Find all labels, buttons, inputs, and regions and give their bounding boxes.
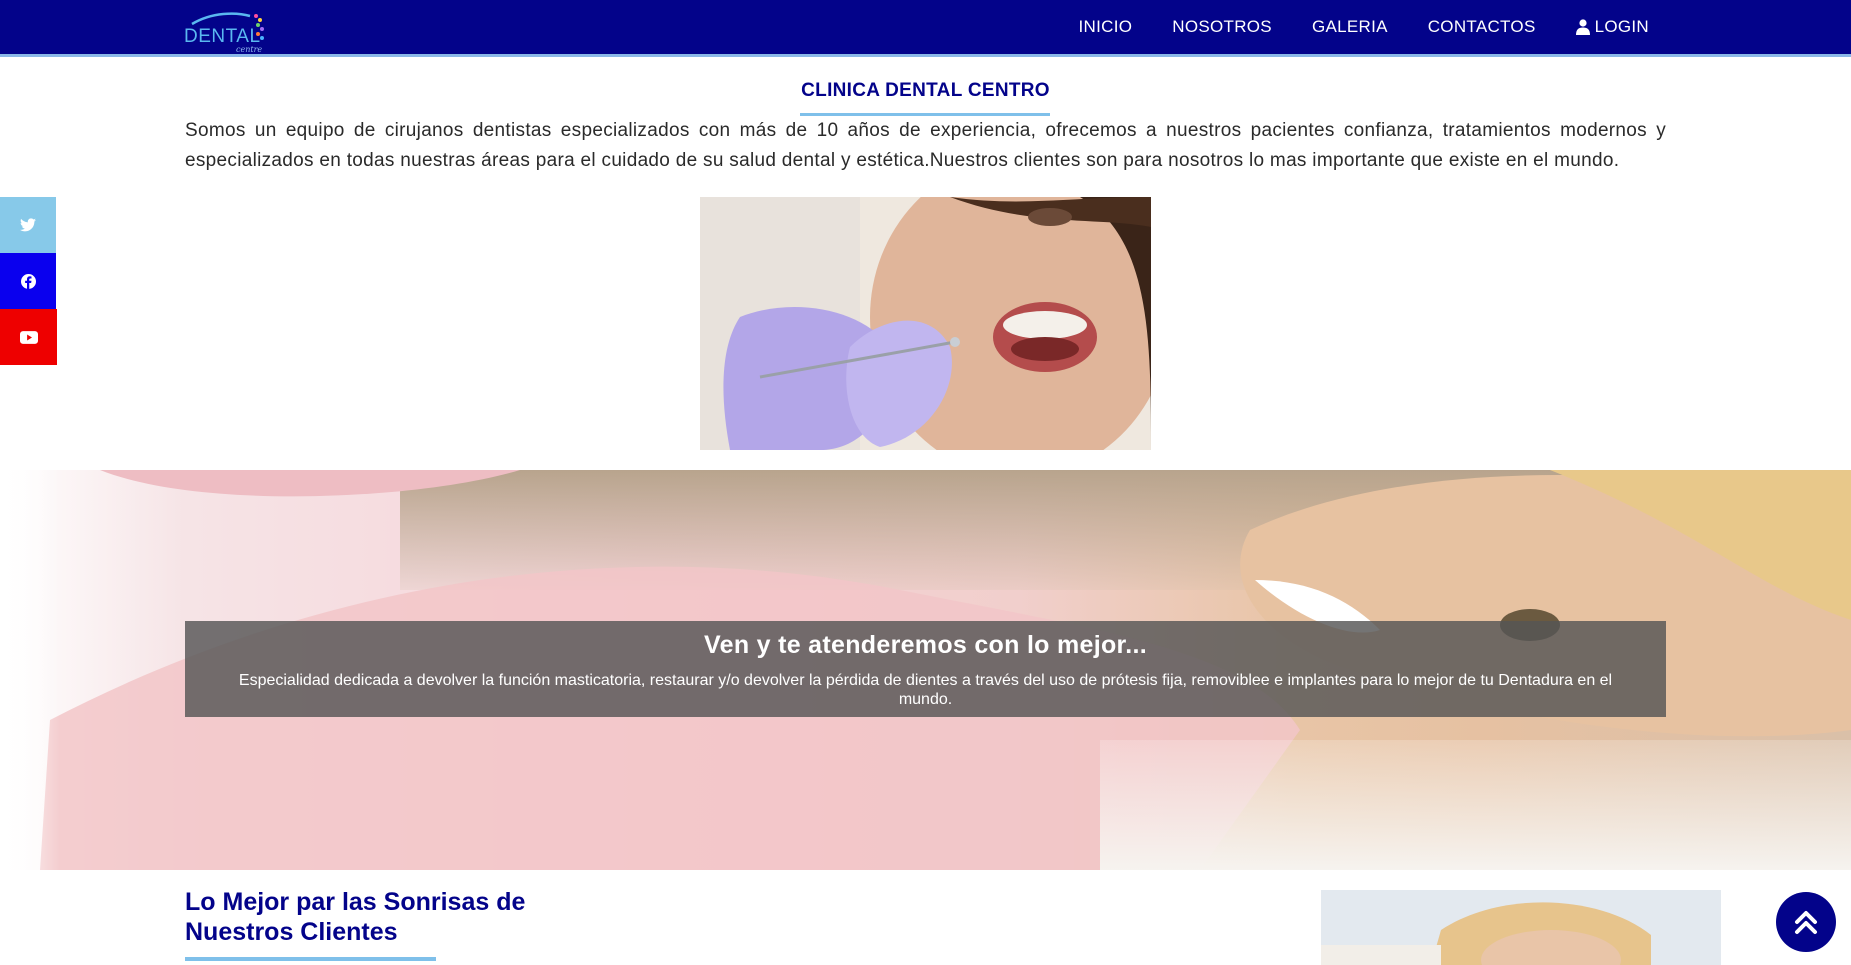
- brand-tagline: centre: [236, 45, 263, 54]
- section2-underline: [185, 957, 436, 961]
- dental-exam-photo: [700, 197, 1151, 450]
- section2-title: Lo Mejor par las Sonrisas de Nuestros Cl…: [185, 888, 526, 946]
- youtube-button[interactable]: [0, 309, 57, 365]
- hero-edge-fade: [0, 470, 60, 870]
- twitter-icon: [20, 218, 36, 232]
- brand-logo[interactable]: DENTAL centre: [184, 8, 268, 54]
- section-title: CLINICA DENTAL CENTRO: [801, 80, 1050, 101]
- smiling-patient-photo: [1321, 890, 1721, 965]
- facebook-icon: [20, 273, 36, 289]
- twitter-button[interactable]: [0, 197, 56, 253]
- navbar: DENTAL centre INICIO NOSOTROS GALERIA CO…: [0, 0, 1851, 57]
- nav-nosotros[interactable]: NOSOTROS: [1172, 17, 1272, 37]
- smiling-patient-illustration: [1321, 890, 1721, 965]
- hero-caption: Ven y te atenderemos con lo mejor... Esp…: [185, 621, 1666, 717]
- nav-contactos[interactable]: CONTACTOS: [1428, 17, 1536, 37]
- nav-login[interactable]: LOGIN: [1575, 17, 1649, 37]
- facebook-button[interactable]: [0, 253, 56, 309]
- main-nav: INICIO NOSOTROS GALERIA CONTACTOS LOGIN: [1079, 0, 1650, 54]
- hero-title: Ven y te atenderemos con lo mejor...: [704, 631, 1147, 659]
- dental-exam-illustration: [700, 197, 1151, 450]
- user-icon: [1575, 19, 1590, 35]
- youtube-icon: [19, 330, 38, 344]
- login-label: LOGIN: [1594, 17, 1649, 36]
- hero-text: Especialidad dedicada a devolver la func…: [238, 672, 1613, 708]
- social-sidebar: [0, 197, 57, 365]
- nav-galeria[interactable]: GALERIA: [1312, 17, 1388, 37]
- hero-pillow: [1100, 740, 1851, 870]
- double-chevron-up-icon: [1795, 911, 1817, 934]
- hero-banner: Ven y te atenderemos con lo mejor... Esp…: [0, 470, 1851, 870]
- scroll-to-top-button[interactable]: [1776, 892, 1836, 952]
- intro-paragraph: Somos un equipo de cirujanos dentistas e…: [185, 120, 1666, 171]
- nav-inicio[interactable]: INICIO: [1079, 17, 1133, 37]
